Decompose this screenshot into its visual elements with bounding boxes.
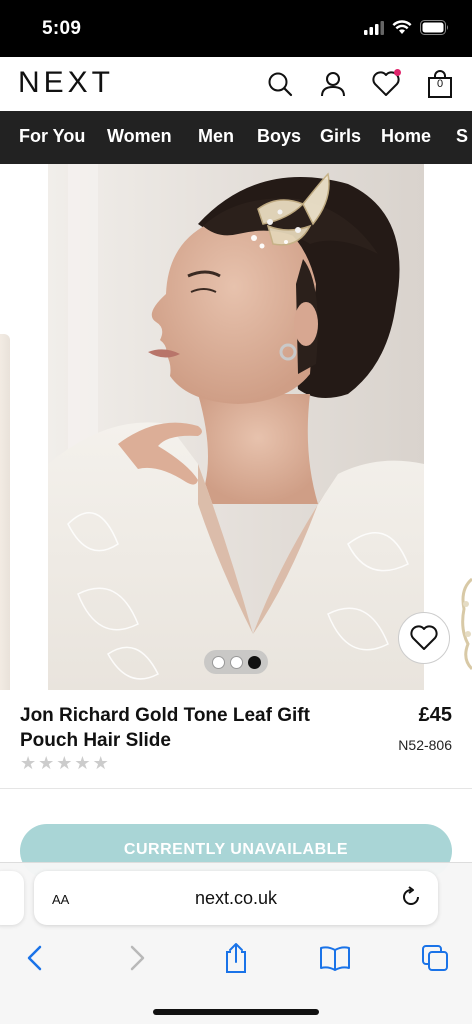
star-icon: ★ [92,753,109,773]
status-time: 5:09 [42,18,82,39]
search-icon[interactable] [265,69,295,99]
nav-item-home[interactable]: Home [381,126,431,147]
reload-icon[interactable] [400,886,422,908]
nav-item-partial[interactable]: S [456,126,468,147]
star-icon: ★ [56,753,73,773]
wifi-icon [392,20,412,34]
category-nav: For You Women Men Boys Girls Home S [0,111,472,164]
bag-count: 0 [436,78,444,90]
home-indicator [153,1009,319,1015]
divider [0,788,472,789]
nav-item-boys[interactable]: Boys [257,126,301,147]
add-to-wishlist-button[interactable] [398,612,450,664]
bookmarks-icon[interactable] [318,941,352,975]
nav-item-men[interactable]: Men [198,126,234,147]
product-price: £45 [418,704,452,726]
address-bar[interactable]: AA next.co.uk [34,871,438,925]
star-icon: ★ [20,753,37,773]
model-illustration [48,164,424,690]
bag-icon[interactable]: 0 [425,69,455,99]
carousel-dot-3-active[interactable] [247,655,261,669]
carousel-dot-1[interactable] [211,655,225,669]
carousel-dot-2[interactable] [229,655,243,669]
product-photo[interactable] [48,164,424,690]
signal-icon [364,20,384,35]
share-icon[interactable] [219,941,253,975]
star-icon: ★ [74,753,91,773]
account-icon[interactable] [318,69,348,99]
previous-tab-peek[interactable] [0,871,24,925]
site-header: NEXT 0 [0,57,472,111]
product-image-carousel[interactable] [0,164,472,690]
nav-item-for-you[interactable]: For You [19,126,85,147]
nav-item-girls[interactable]: Girls [320,126,361,147]
wishlist-icon[interactable] [371,69,401,99]
previous-product-peek[interactable] [0,334,10,690]
heart-icon [410,625,438,650]
url-text[interactable]: next.co.uk [34,888,438,909]
star-icon: ★ [38,753,55,773]
next-logo[interactable]: NEXT [18,66,114,100]
tabs-icon[interactable] [418,941,452,975]
product-code: N52-806 [398,737,452,753]
carousel-dots [204,650,268,674]
browser-toolbar: AA next.co.uk [0,862,472,1024]
back-icon[interactable] [18,941,52,975]
next-product-peek[interactable] [458,574,472,674]
status-bar: 5:09 [0,0,472,57]
forward-icon[interactable] [120,941,154,975]
battery-icon [420,20,448,35]
status-icons [364,20,450,35]
nav-item-women[interactable]: Women [107,126,172,147]
wishlist-notification-dot [394,69,401,76]
rating-stars[interactable]: ★ ★ ★ ★ ★ [20,754,109,772]
product-title: Jon Richard Gold Tone Leaf Gift Pouch Ha… [20,705,310,751]
